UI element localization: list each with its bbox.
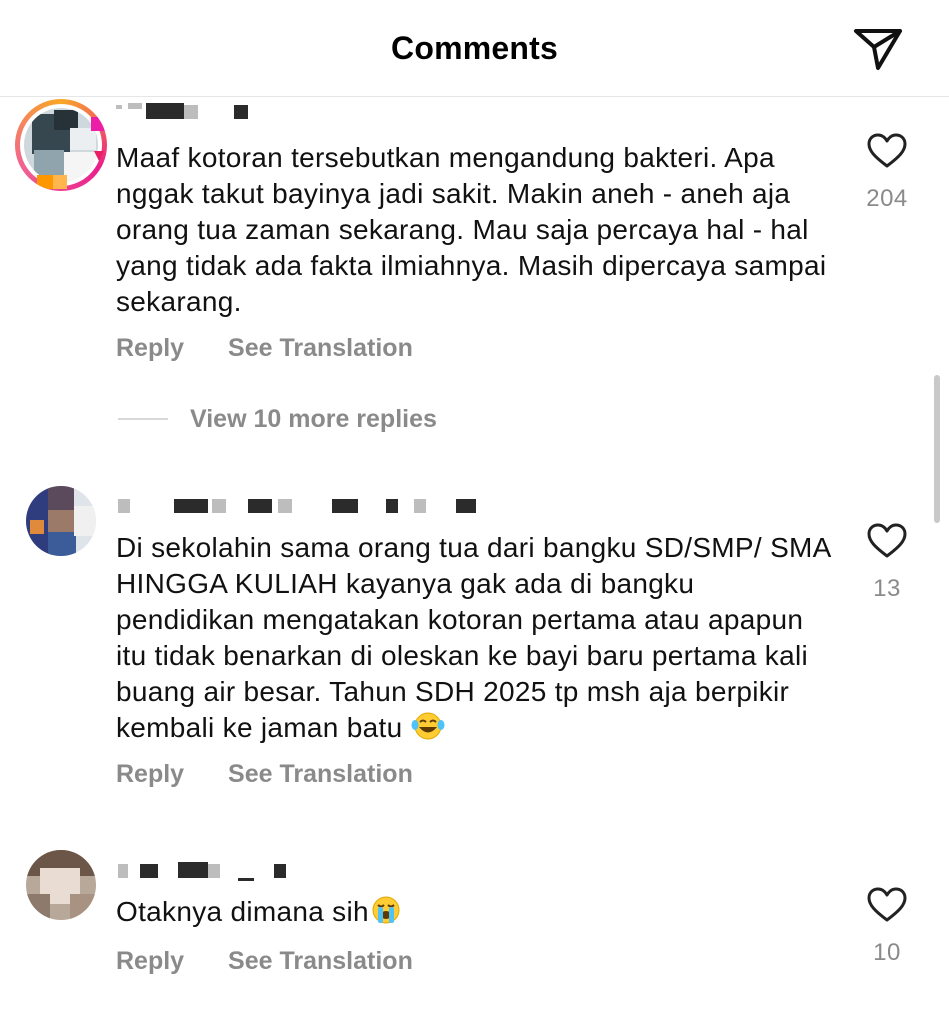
comment-text: Otaknya dimana sih [116, 894, 836, 930]
comments-header: Comments [0, 0, 949, 97]
comment-actions: Reply See Translation [116, 760, 413, 789]
scrollbar[interactable] [934, 375, 940, 523]
view-replies-button[interactable]: View 10 more replies [118, 403, 437, 435]
heart-icon[interactable] [867, 887, 907, 923]
like-count: 10 [873, 939, 901, 966]
comment-actions: Reply See Translation [116, 947, 413, 976]
avatar[interactable] [26, 850, 96, 920]
see-translation-button[interactable]: See Translation [228, 947, 413, 976]
username-blurred[interactable] [118, 862, 298, 882]
face-with-tears-of-joy-icon [411, 711, 445, 741]
like-count: 204 [866, 185, 908, 212]
reply-button[interactable]: Reply [116, 760, 184, 789]
comment-actions: Reply See Translation [116, 334, 413, 363]
avatar[interactable] [26, 486, 96, 556]
username-blurred[interactable] [116, 103, 276, 123]
heart-icon[interactable] [867, 133, 907, 169]
see-translation-button[interactable]: See Translation [228, 334, 413, 363]
comment-text: Maaf kotoran tersebutkan mengandung bakt… [116, 142, 827, 317]
comment-text-body: Otaknya dimana sih [116, 896, 369, 927]
reply-button[interactable]: Reply [116, 334, 184, 363]
like-count: 13 [873, 575, 901, 602]
comment-text: Di sekolahin sama orang tua dari bangku … [116, 530, 836, 746]
avatar[interactable] [15, 99, 107, 191]
heart-icon[interactable] [867, 523, 907, 559]
view-replies-label: View 10 more replies [190, 404, 437, 433]
like-column: 13 [855, 523, 919, 603]
like-column: 204 [855, 133, 919, 213]
paper-plane-icon[interactable] [852, 26, 904, 72]
comment-text-body: Di sekolahin sama orang tua dari bangku … [116, 532, 831, 743]
page-title: Comments [391, 30, 558, 66]
replies-divider [118, 418, 168, 420]
reply-button[interactable]: Reply [116, 947, 184, 976]
comments-screen: Comments Maaf kotoran tersebutkan mengan… [0, 0, 949, 1024]
see-translation-button[interactable]: See Translation [228, 760, 413, 789]
loudly-crying-face-icon [369, 895, 403, 925]
dropdown-indicator-icon [94, 151, 104, 161]
username-blurred[interactable] [118, 497, 498, 517]
like-column: 10 [855, 887, 919, 967]
